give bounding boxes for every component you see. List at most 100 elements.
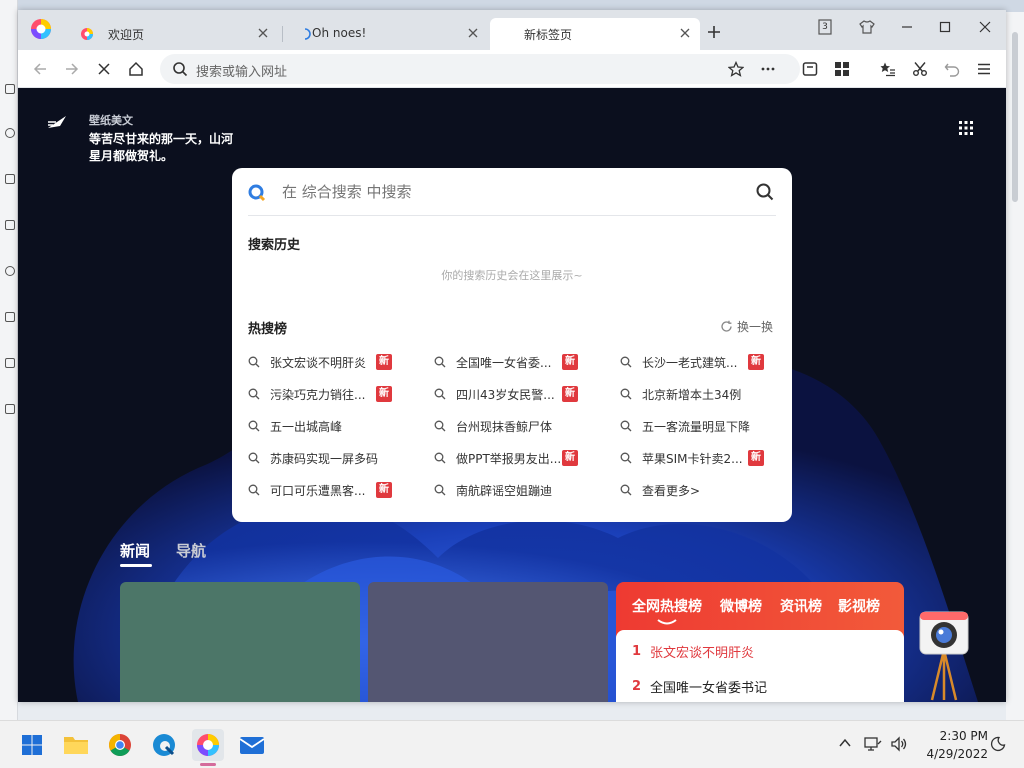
hot-search-item[interactable]: 南航辟谣空姐蹦迪 — [434, 480, 594, 500]
hot-search-item[interactable]: 全国唯一女省委... 新 — [434, 352, 594, 372]
start-button[interactable] — [16, 729, 48, 761]
taskbar-chrome[interactable] — [104, 729, 136, 761]
list-item[interactable]: 2 全国唯一女省委书记 — [632, 677, 767, 696]
hot-search-text: 苏康码实现一屏多码 — [270, 451, 379, 466]
hot-search-text: 张文宏谈不明肝炎 — [270, 355, 367, 370]
network-icon[interactable] — [864, 736, 882, 752]
search-icon — [173, 62, 188, 77]
rank-number: 2 — [632, 679, 642, 694]
close-tab-icon[interactable] — [678, 26, 692, 40]
hot-search-item[interactable]: 污染巧克力销往... 新 — [248, 384, 408, 404]
sidebar-icon — [5, 174, 15, 184]
taskbar-edge[interactable] — [148, 729, 180, 761]
tab-oh-noes[interactable]: Oh noes! — [288, 18, 488, 50]
tab-news-ranking[interactable]: 资讯榜 — [780, 596, 822, 616]
hot-search-item[interactable]: 五一客流量明显下降 — [620, 416, 780, 436]
hot-search-item[interactable]: 苏康码实现一屏多码 — [248, 448, 408, 468]
favorites-button[interactable] — [878, 59, 898, 79]
arrow-left-icon — [33, 63, 46, 75]
bookmark-star-icon[interactable] — [728, 61, 744, 77]
taskbar-browser[interactable] — [192, 729, 224, 761]
close-window-button[interactable] — [974, 16, 996, 38]
new-tab-button[interactable] — [706, 24, 722, 40]
tab-welcome[interactable]: 欢迎页 — [66, 18, 276, 50]
search-input[interactable] — [282, 180, 742, 204]
tab-film[interactable]: 影视榜 — [838, 596, 880, 616]
volume-icon[interactable] — [890, 736, 908, 752]
search-icon — [434, 484, 446, 496]
news-card[interactable] — [120, 582, 360, 702]
apps-grid-icon[interactable] — [958, 120, 974, 136]
hot-search-item[interactable]: 四川43岁女民警... 新 — [434, 384, 594, 404]
tab-navigation[interactable]: 导航 — [176, 540, 206, 561]
active-tab-indicator — [657, 619, 677, 625]
hot-search-title: 热搜榜 — [248, 322, 288, 337]
new-badge: 新 — [376, 386, 392, 402]
sidebar-icon — [5, 128, 15, 138]
taskbar-mail[interactable] — [236, 729, 268, 761]
refresh-button[interactable]: 换一换 — [720, 318, 773, 335]
tab-all-web-hot[interactable]: 全网热搜榜 — [632, 596, 702, 616]
more-dots-icon[interactable] — [760, 61, 776, 77]
search-history-title: 搜索历史 — [248, 238, 301, 253]
hot-search-item[interactable]: 张文宏谈不明肝炎新 — [248, 352, 408, 372]
maximize-button[interactable] — [934, 16, 956, 38]
search-icon[interactable] — [756, 183, 774, 201]
undo-icon — [944, 63, 960, 77]
list-item[interactable]: 1 张文宏谈不明肝炎 — [632, 642, 754, 661]
tab-bar: 欢迎页 Oh noes! 新标签页 3 — [18, 10, 1006, 50]
sidebar-icon — [5, 220, 15, 230]
search-panel: 搜索历史 你的搜索历史会在这里展示~ 热搜榜 换一换 张文宏谈不明肝炎新全国唯一… — [232, 168, 792, 522]
screenshot-button[interactable] — [910, 59, 930, 79]
reading-mode-button[interactable] — [800, 59, 820, 79]
news-card[interactable] — [368, 582, 608, 702]
search-icon — [248, 420, 260, 432]
camera-icon[interactable] — [918, 610, 970, 702]
browser-icon — [197, 734, 219, 756]
hot-search-item[interactable]: 查看更多> — [620, 480, 780, 500]
hot-search-item[interactable]: 做PPT举报男友出... 新 — [434, 448, 594, 468]
hot-search-item[interactable]: 五一出城高峰 — [248, 416, 408, 436]
tab-count-button[interactable]: 3 — [814, 16, 836, 38]
hot-search-text: 长沙一老式建筑... — [642, 355, 738, 370]
shirt-icon — [859, 20, 875, 34]
close-tab-icon[interactable] — [466, 26, 480, 40]
search-history-empty: 你的搜索历史会在这里展示~ — [441, 269, 583, 282]
background-window-scrollbar — [1006, 12, 1024, 720]
hot-search-item[interactable]: 苹果SIM卡针卖2... 新 — [620, 448, 780, 468]
forward-button[interactable] — [62, 59, 82, 79]
search-icon — [248, 484, 260, 496]
tab-new-tab[interactable]: 新标签页 — [490, 18, 700, 50]
close-tab-icon[interactable] — [256, 26, 270, 40]
search-engine-logo-icon[interactable] — [248, 184, 266, 202]
sidebar-icon — [5, 404, 15, 414]
notifications-icon[interactable] — [990, 736, 1006, 752]
apps-button[interactable] — [832, 59, 852, 79]
stop-loading-button[interactable] — [94, 59, 114, 79]
tab-news[interactable]: 新闻 — [120, 540, 150, 561]
chevron-up-icon[interactable] — [838, 736, 852, 750]
favorites-list-icon — [880, 62, 895, 77]
hot-search-item[interactable]: 可口可乐遭黑客... 新 — [248, 480, 408, 500]
skin-button[interactable] — [856, 16, 878, 38]
clock-date[interactable]: 4/29/2022 — [908, 747, 988, 761]
search-icon — [620, 484, 632, 496]
menu-button[interactable] — [974, 59, 994, 79]
back-button[interactable] — [30, 59, 50, 79]
refresh-icon — [721, 320, 732, 332]
hot-search-item[interactable]: 台州现抹香鲸尸体 — [434, 416, 594, 436]
tab-weibo[interactable]: 微博榜 — [720, 596, 762, 616]
minimize-button[interactable] — [896, 16, 918, 38]
home-button[interactable] — [126, 59, 146, 79]
undo-close-button[interactable] — [942, 59, 962, 79]
chrome-icon — [109, 734, 131, 756]
wallpaper-source: 壁纸美文 — [89, 114, 133, 127]
clock-time[interactable]: 2:30 PM — [918, 729, 988, 743]
hot-search-item[interactable]: 北京新增本土34例 — [620, 384, 780, 404]
edge-icon — [153, 734, 175, 756]
address-bar[interactable]: 搜索或输入网址 — [160, 54, 800, 84]
hot-search-text: 五一客流量明显下降 — [642, 419, 751, 434]
sidebar-icon — [5, 84, 15, 94]
hot-search-item[interactable]: 长沙一老式建筑... 新 — [620, 352, 780, 372]
taskbar-file-explorer[interactable] — [60, 729, 92, 761]
